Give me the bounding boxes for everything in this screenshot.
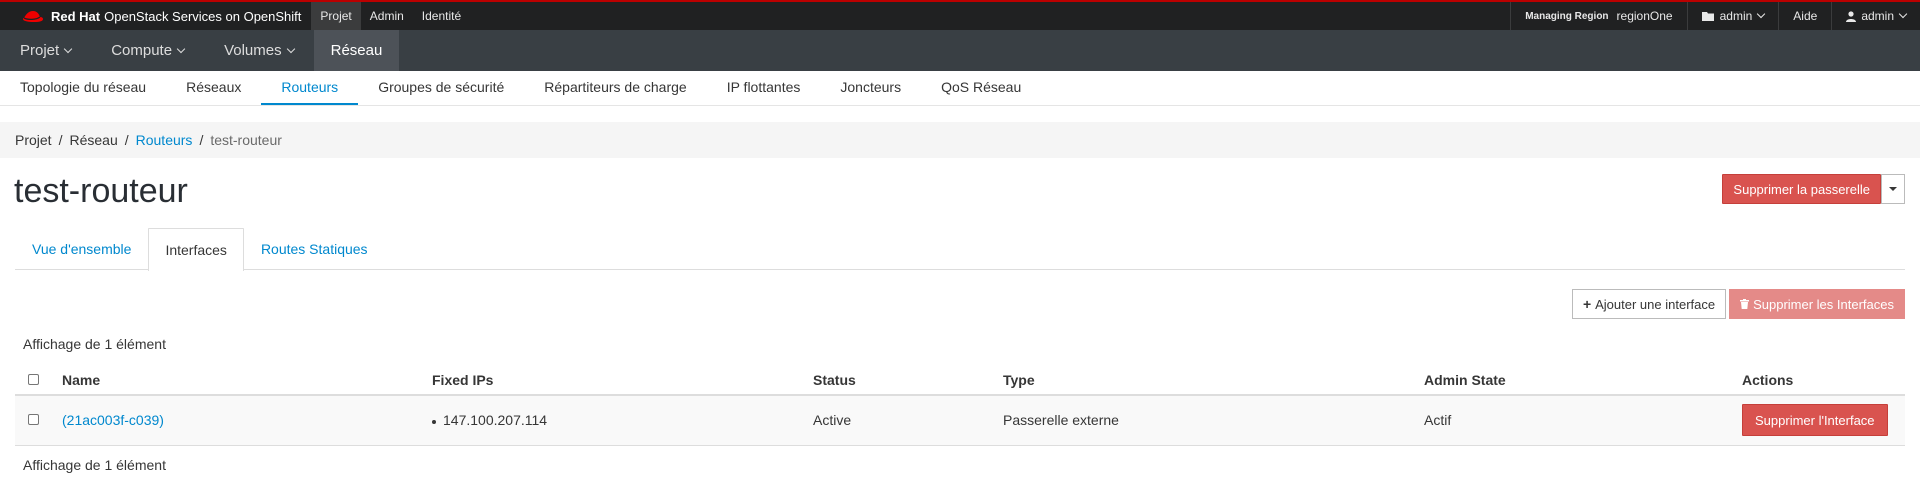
user-icon: [1846, 10, 1857, 22]
col-admin-state[interactable]: Admin State: [1424, 365, 1742, 396]
chevron-down-icon: [63, 44, 73, 53]
col-fixed-ips[interactable]: Fixed IPs: [432, 365, 813, 396]
breadcrumb: Projet / Réseau / Routeurs / test-routeu…: [0, 122, 1920, 158]
table-header: Name Fixed IPs Status Type Admin State A…: [15, 365, 1905, 396]
region-selector[interactable]: Managing Region regionOne: [1510, 2, 1686, 30]
trash-icon: [1740, 299, 1750, 309]
gateway-actions: Supprimer la passerelle: [1722, 174, 1905, 204]
tab-static-routes[interactable]: Routes Statiques: [244, 228, 385, 269]
secnav-projet[interactable]: Projet: [0, 30, 91, 71]
tertiary-nav: Topologie du réseau Réseaux Routeurs Gro…: [0, 71, 1920, 106]
secnav-compute[interactable]: Compute: [91, 30, 204, 71]
masthead: Red Hat OpenStack Services on OpenShift …: [0, 0, 1920, 30]
tab-overview[interactable]: Vue d'ensemble: [15, 228, 148, 269]
tertnav-routeurs[interactable]: Routeurs: [261, 71, 359, 105]
page-title: test-routeur: [14, 172, 188, 210]
tertnav-ip-flottantes[interactable]: IP flottantes: [707, 71, 821, 105]
chevron-down-icon: [176, 44, 186, 53]
select-all-checkbox[interactable]: [28, 373, 39, 385]
table-row: (21ac003f-c039) 147.100.207.114 Active P…: [15, 395, 1905, 446]
secondary-nav: Projet Compute Volumes Réseau: [0, 30, 1920, 71]
admin-state-value: Actif: [1424, 395, 1742, 446]
bullet-icon: [432, 419, 436, 424]
chevron-down-icon: [1898, 9, 1908, 19]
status-value: Active: [813, 395, 1003, 446]
help-link[interactable]: Aide: [1778, 2, 1831, 30]
brand-logo[interactable]: Red Hat OpenStack Services on OpenShift: [0, 2, 311, 30]
col-type[interactable]: Type: [1003, 365, 1424, 396]
user-name: admin: [1861, 9, 1894, 23]
secnav-label: Volumes: [224, 42, 282, 59]
plus-icon: +: [1582, 296, 1592, 312]
type-value: Passerelle externe: [1003, 395, 1424, 446]
col-actions: Actions: [1742, 365, 1905, 396]
gateway-actions-dropdown[interactable]: [1881, 174, 1905, 204]
breadcrumb-reseau: Réseau: [69, 132, 118, 148]
interfaces-table: Name Fixed IPs Status Type Admin State A…: [15, 365, 1905, 446]
region-label: Managing Region: [1525, 10, 1609, 22]
product-name: OpenStack Services on OpenShift: [104, 8, 302, 24]
row-checkbox[interactable]: [28, 414, 39, 426]
tertnav-qos[interactable]: QoS Réseau: [921, 71, 1041, 105]
region-value: regionOne: [1616, 9, 1673, 23]
col-name[interactable]: Name: [62, 365, 432, 396]
tertnav-joncteurs[interactable]: Joncteurs: [820, 71, 921, 105]
add-interface-label: Ajouter une interface: [1595, 296, 1716, 312]
delete-interfaces-button[interactable]: Supprimer les Interfaces: [1729, 289, 1905, 319]
project-selector[interactable]: admin: [1686, 2, 1779, 30]
folder-icon: [1701, 11, 1714, 21]
chevron-down-icon: [1757, 9, 1766, 19]
table-actions: + Ajouter une interface Supprimer les In…: [1571, 289, 1905, 319]
col-status[interactable]: Status: [813, 365, 1003, 396]
tertnav-repartiteurs[interactable]: Répartiteurs de charge: [524, 71, 706, 105]
tertnav-groupes-securite[interactable]: Groupes de sécurité: [358, 71, 524, 105]
secnav-label: Projet: [20, 42, 60, 59]
interface-name-link[interactable]: (21ac003f-c039): [62, 412, 164, 428]
item-count-bottom: Affichage de 1 élément: [23, 457, 166, 473]
breadcrumb-current: test-routeur: [210, 132, 282, 148]
secnav-label: Compute: [111, 42, 173, 59]
delete-gateway-button[interactable]: Supprimer la passerelle: [1722, 174, 1881, 204]
add-interface-button[interactable]: + Ajouter une interface: [1571, 289, 1727, 319]
tab-interfaces[interactable]: Interfaces: [148, 228, 244, 271]
breadcrumb-projet: Projet: [15, 132, 52, 148]
secnav-volumes[interactable]: Volumes: [204, 30, 314, 71]
brand-name: Red Hat: [51, 8, 101, 24]
redhat-logo-icon: [23, 11, 43, 22]
tertnav-topologie[interactable]: Topologie du réseau: [0, 71, 166, 105]
delete-interface-button[interactable]: Supprimer l'Interface: [1742, 404, 1888, 437]
topnav-projet[interactable]: Projet: [311, 2, 361, 30]
user-menu[interactable]: admin: [1831, 2, 1920, 30]
breadcrumb-routeurs[interactable]: Routeurs: [136, 132, 193, 148]
fixed-ip-value: 147.100.207.114: [443, 412, 548, 429]
router-tabs: Vue d'ensemble Interfaces Routes Statiqu…: [15, 228, 1905, 271]
caret-down-icon: [1889, 187, 1897, 191]
topnav-admin[interactable]: Admin: [361, 2, 413, 30]
chevron-down-icon: [286, 44, 295, 53]
secnav-reseau[interactable]: Réseau: [313, 30, 400, 71]
delete-interfaces-label: Supprimer les Interfaces: [1753, 296, 1894, 312]
topnav-identite[interactable]: Identité: [413, 2, 470, 30]
tertnav-reseaux[interactable]: Réseaux: [166, 71, 261, 105]
project-name: admin: [1719, 9, 1753, 23]
item-count-top: Affichage de 1 élément: [23, 336, 166, 352]
